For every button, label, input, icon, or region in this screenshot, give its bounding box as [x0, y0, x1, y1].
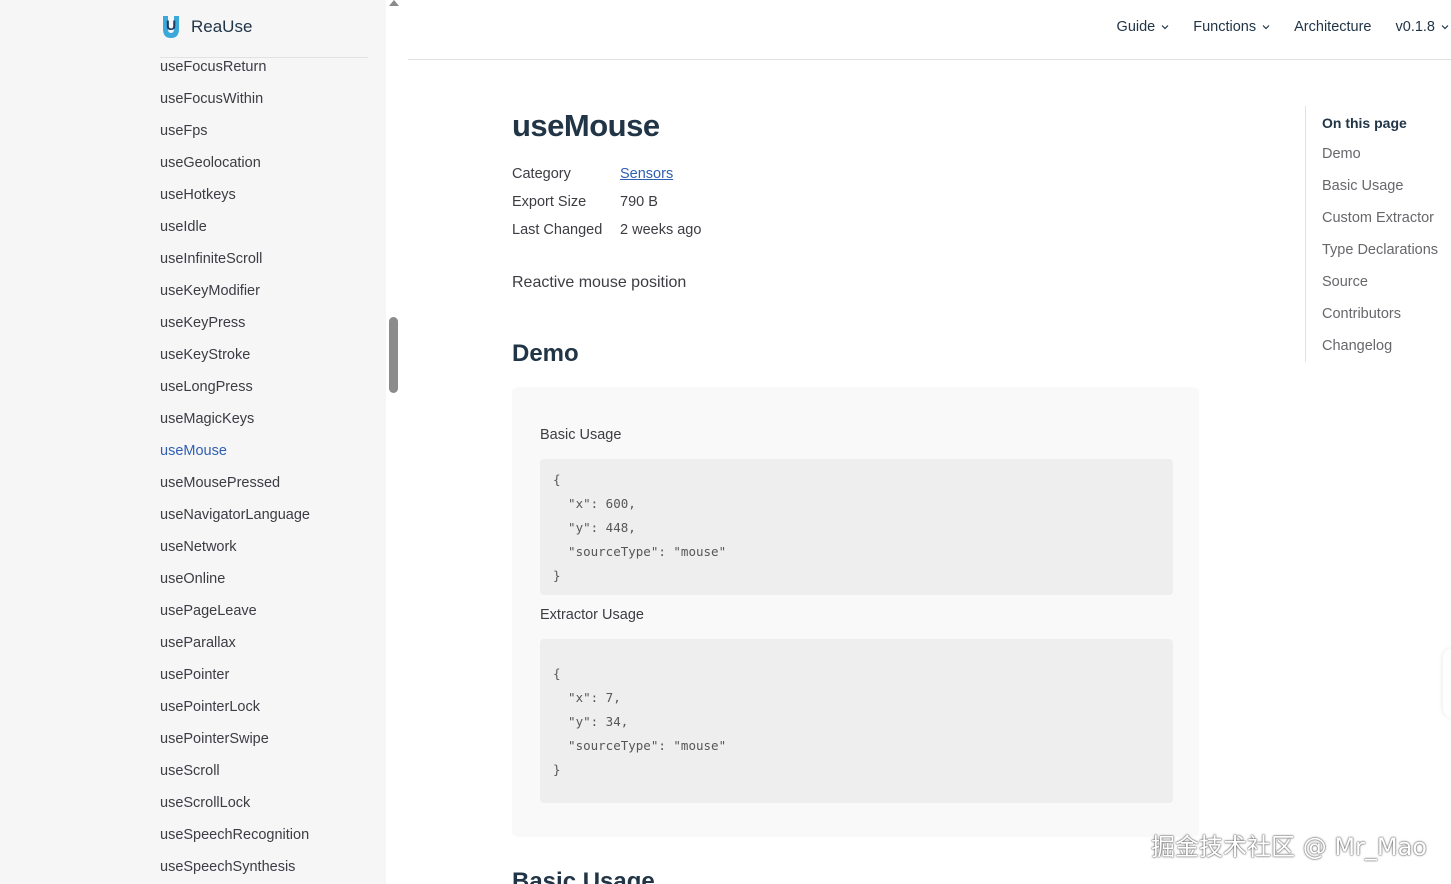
meta-last-changed: Last Changed 2 weeks ago	[512, 216, 701, 244]
floating-edge-tab[interactable]	[1443, 648, 1451, 718]
outline-title: On this page	[1322, 115, 1407, 131]
meta-category: Category Sensors	[512, 160, 701, 188]
sidebar-item-usepointer[interactable]: usePointer	[160, 659, 310, 691]
basic-usage-label: Basic Usage	[540, 427, 622, 443]
demo-heading: Demo	[512, 340, 579, 367]
chevron-down-icon	[1262, 25, 1270, 30]
code-line: "x": 600,	[553, 496, 636, 511]
category-link[interactable]: Sensors	[620, 166, 673, 182]
sidebar-item-usegeolocation[interactable]: useGeolocation	[160, 147, 310, 179]
nav-guide-label: Guide	[1116, 19, 1156, 35]
nav-version[interactable]: v0.1.8	[1396, 19, 1450, 35]
sidebar-item-usekeystroke[interactable]: useKeyStroke	[160, 339, 310, 371]
sidebar-item-usehotkeys[interactable]: useHotkeys	[160, 179, 310, 211]
chevron-down-icon	[1441, 25, 1449, 30]
meta-changed-value: 2 weeks ago	[620, 222, 702, 238]
top-navigation: Guide Functions Architecture v0.1.8	[408, 0, 1451, 60]
meta-changed-label: Last Changed	[512, 222, 603, 238]
outline-item-type-declarations[interactable]: Type Declarations	[1322, 234, 1451, 266]
outline-item-contributors[interactable]: Contributors	[1322, 298, 1451, 330]
nav-architecture[interactable]: Architecture	[1294, 19, 1371, 35]
basic-usage-heading: Basic Usage	[512, 868, 655, 884]
sidebar-item-useonline[interactable]: useOnline	[160, 563, 310, 595]
sidebar-item-uselongpress[interactable]: useLongPress	[160, 371, 310, 403]
sidebar-item-usescroll[interactable]: useScroll	[160, 755, 310, 787]
sidebar-item-usemousepressed[interactable]: useMousePressed	[160, 467, 310, 499]
page-title: useMouse	[512, 108, 660, 143]
sidebar-function-list: useFocusReturn useFocusWithin useFps useGeo…	[160, 51, 310, 883]
scroll-up-arrow-icon[interactable]	[389, 0, 399, 6]
page-outline: On this page Demo Basic Usage Custom Extra…	[1305, 106, 1451, 362]
nav-functions-label: Functions	[1193, 19, 1257, 35]
outline-item-basic-usage[interactable]: Basic Usage	[1322, 170, 1451, 202]
sidebar-item-usemagickeys[interactable]: useMagicKeys	[160, 403, 310, 435]
logo-letter: U	[166, 17, 176, 33]
outline-item-changelog[interactable]: Changelog	[1322, 330, 1451, 362]
sidebar-item-usefps[interactable]: useFps	[160, 115, 310, 147]
sidebar-item-useparallax[interactable]: useParallax	[160, 627, 310, 659]
watermark-text: 掘金技术社区 @ Mr_Mao	[1151, 833, 1427, 861]
nav-functions[interactable]: Functions	[1193, 19, 1270, 35]
outline-item-demo[interactable]: Demo	[1322, 138, 1451, 170]
code-line: "y": 34,	[553, 714, 629, 729]
code-line: "x": 7,	[553, 690, 621, 705]
sidebar-item-useinfinitescroll[interactable]: useInfiniteScroll	[160, 243, 310, 275]
nav-architecture-label: Architecture	[1294, 19, 1372, 35]
sidebar-item-usespeechrecognition[interactable]: useSpeechRecognition	[160, 819, 310, 851]
meta-export-size: Export Size 790 B	[512, 188, 701, 216]
brand-link[interactable]: U ReaUse	[160, 12, 252, 42]
extractor-usage-label: Extractor Usage	[540, 607, 644, 623]
sidebar: U ReaUse useFocusReturn useFocusWithin use…	[0, 0, 386, 884]
sidebar-item-usenavigatorlanguage[interactable]: useNavigatorLanguage	[160, 499, 310, 531]
brand-name: ReaUse	[191, 17, 253, 36]
code-line: {	[553, 666, 561, 681]
nav-menu: Guide Functions Architecture v0.1.8	[1093, 0, 1451, 54]
demo-panel: Basic Usage { "x": 600, "y": 448, "sourc…	[512, 387, 1199, 837]
code-line: }	[553, 762, 561, 777]
reause-logo-icon: U	[163, 16, 179, 38]
scrollbar-thumb[interactable]	[389, 317, 398, 393]
outline-item-source[interactable]: Source	[1322, 266, 1451, 298]
code-line: {	[553, 472, 561, 487]
sidebar-item-usekeypress[interactable]: useKeyPress	[160, 307, 310, 339]
code-line: "sourceType": "mouse"	[553, 544, 727, 559]
nav-guide[interactable]: Guide	[1117, 19, 1170, 35]
chevron-down-icon	[1161, 25, 1169, 30]
code-line: "sourceType": "mouse"	[553, 738, 727, 753]
basic-usage-output: { "x": 600, "y": 448, "sourceType": "mou…	[540, 459, 1173, 595]
sidebar-item-usemouse[interactable]: useMouse	[160, 435, 310, 467]
sidebar-item-usefocusreturn[interactable]: useFocusReturn	[160, 51, 310, 83]
sidebar-item-usenetwork[interactable]: useNetwork	[160, 531, 310, 563]
sidebar-item-usekeymodifier[interactable]: useKeyModifier	[160, 275, 310, 307]
sidebar-item-usespeechsynthesis[interactable]: useSpeechSynthesis	[160, 851, 310, 883]
sidebar-item-usepointerlock[interactable]: usePointerLock	[160, 691, 310, 723]
extractor-usage-output: { "x": 7, "y": 34, "sourceType": "mouse"…	[540, 639, 1173, 803]
meta-size-value: 790 B	[620, 194, 658, 210]
meta-size-label: Export Size	[512, 194, 587, 210]
sidebar-item-usepointerswipe[interactable]: usePointerSwipe	[160, 723, 310, 755]
sidebar-item-usefocuswithin[interactable]: useFocusWithin	[160, 83, 310, 115]
code-line: }	[553, 568, 561, 583]
sidebar-item-usepageleave[interactable]: usePageLeave	[160, 595, 310, 627]
sidebar-item-usescrolllock[interactable]: useScrollLock	[160, 787, 310, 819]
code-line: "y": 448,	[553, 520, 636, 535]
meta-category-label: Category	[512, 166, 571, 182]
nav-version-label: v0.1.8	[1395, 19, 1436, 35]
sidebar-item-useidle[interactable]: useIdle	[160, 211, 310, 243]
sidebar-scrollbar[interactable]	[386, 0, 402, 884]
function-description: Reactive mouse position	[512, 274, 687, 291]
outline-item-custom-extractor[interactable]: Custom Extractor	[1322, 202, 1451, 234]
function-meta: Category Sensors Export Size 790 B Last …	[512, 160, 701, 244]
outline-list: Demo Basic Usage Custom Extractor Type Decl…	[1322, 138, 1451, 362]
